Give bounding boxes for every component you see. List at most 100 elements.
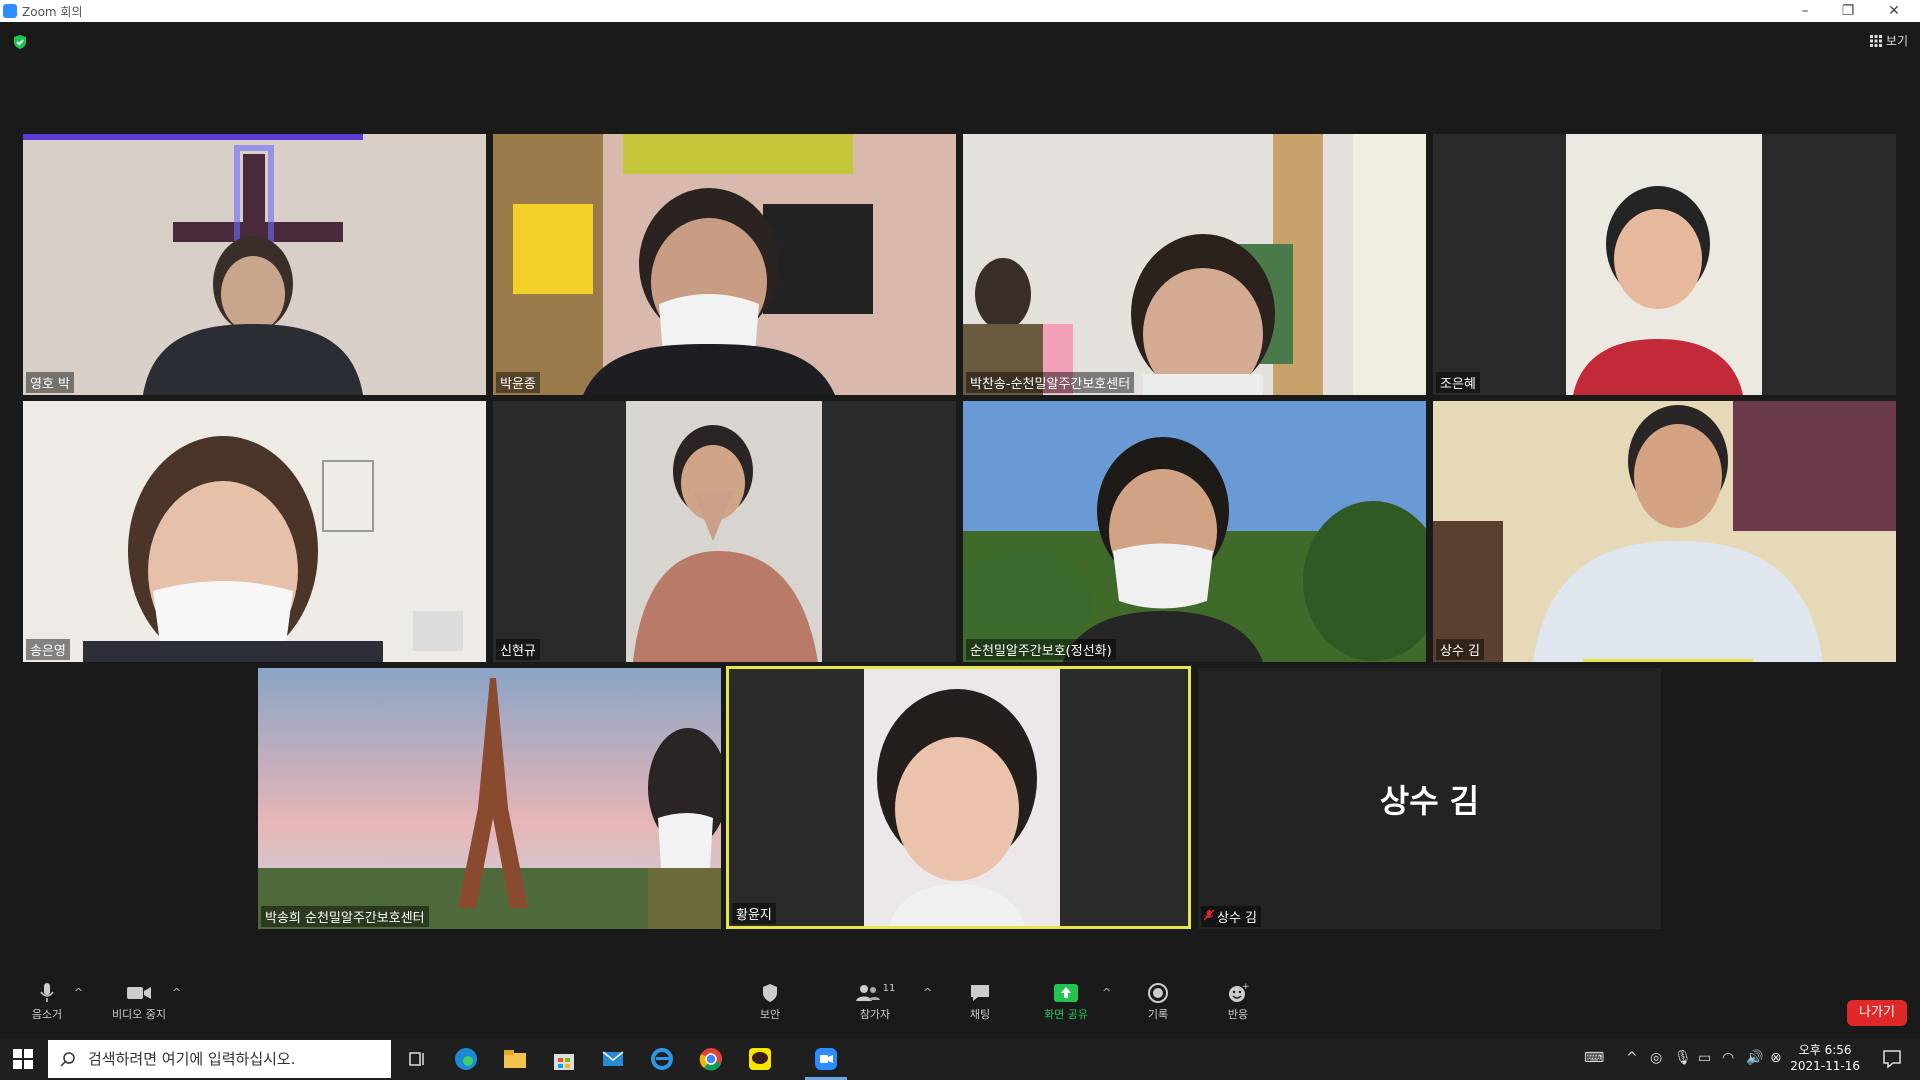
video-feed	[23, 134, 486, 395]
wifi-icon[interactable]: ◠	[1722, 1050, 1734, 1066]
window-title: Zoom 회의	[22, 5, 83, 19]
active-speaker-tile[interactable]: 황윤지	[726, 666, 1191, 929]
video-options-caret[interactable]: ^	[172, 986, 181, 999]
search-placeholder: 검색하려면 여기에 입력하십시오.	[88, 1050, 296, 1068]
taskbar-clock[interactable]: 오후 6:56 2021-11-16	[1790, 1042, 1860, 1074]
mail-icon[interactable]	[599, 1045, 627, 1073]
windows-start-icon[interactable]	[12, 1048, 34, 1070]
video-feed	[493, 401, 956, 662]
window-title-bar: Zoom 회의 – ❐ ✕	[0, 0, 1920, 22]
participant-name: 신현규	[496, 639, 540, 660]
taskbar-search-box[interactable]: 검색하려면 여기에 입력하십시오.	[48, 1040, 391, 1078]
participant-name: 박윤종	[496, 372, 540, 393]
kakaotalk-icon[interactable]	[746, 1045, 774, 1073]
zoom-app-icon	[3, 4, 17, 18]
windows-taskbar: 검색하려면 여기에 입력하십시오. ⌨ ^ ◎ 🎙 ▭ ◠ 🔊 ⊗ 오후 6:5…	[0, 1038, 1920, 1080]
zoom-taskbar-icon[interactable]	[812, 1045, 840, 1073]
notification-center-icon[interactable]	[1880, 1047, 1904, 1071]
participants-options-caret[interactable]: ^	[923, 986, 932, 999]
svg-text:+: +	[1242, 982, 1249, 992]
video-feed	[23, 401, 486, 662]
video-tile[interactable]: 순천밀알주간보호(정선화)	[963, 401, 1426, 662]
participant-name: 상수 김	[1201, 906, 1262, 927]
participant-display-name: 상수 김	[1379, 782, 1480, 820]
task-view-icon[interactable]	[404, 1045, 432, 1073]
meeting-toolbar: 음소거 ^ 비디오 중지 ^ 보안 11 참가자 ^ 채팅 화면 공유 ^ 기록…	[0, 974, 1920, 1038]
minimize-button[interactable]: –	[1785, 1, 1825, 21]
participant-name: 영호 박	[26, 372, 75, 393]
microphone-icon	[40, 983, 54, 1002]
participant-name: 상수 김	[1436, 639, 1485, 660]
video-tile[interactable]: 신현규	[493, 401, 956, 662]
participants-label: 참가자	[859, 1008, 891, 1021]
chrome-browser-icon[interactable]	[697, 1045, 725, 1073]
mute-button[interactable]: 음소거	[22, 980, 72, 1022]
record-icon	[1148, 983, 1168, 1003]
internet-explorer-icon[interactable]	[648, 1045, 676, 1073]
keyboard-icon[interactable]: ⌨	[1584, 1050, 1604, 1066]
participant-name: 송은영	[26, 639, 70, 660]
participant-name: 박송희 순천밀알주간보호센터	[261, 906, 429, 927]
meet-now-icon[interactable]: ◎	[1650, 1050, 1662, 1066]
record-label: 기록	[1147, 1008, 1169, 1021]
close-button[interactable]: ✕	[1874, 1, 1914, 21]
participant-name: 순천밀알주간보호(정선화)	[966, 639, 1116, 660]
emoji-reaction-icon: +	[1229, 982, 1249, 1002]
video-tile[interactable]: 박윤종	[493, 134, 956, 395]
reactions-button[interactable]: + 반응	[1218, 980, 1258, 1022]
reactions-label: 반응	[1227, 1008, 1249, 1021]
network-status-icon[interactable]: ⊗	[1770, 1050, 1782, 1066]
participant-name: 황윤지	[732, 903, 776, 924]
video-tile[interactable]: 상수 김	[1433, 401, 1896, 662]
video-camera-icon	[127, 987, 151, 999]
file-explorer-icon[interactable]	[501, 1045, 529, 1073]
security-label: 보안	[759, 1008, 781, 1021]
video-tile[interactable]: 조은혜	[1433, 134, 1896, 395]
clock-date: 2021-11-16	[1790, 1059, 1860, 1073]
chat-button[interactable]: 채팅	[960, 980, 1000, 1022]
share-screen-label: 화면 공유	[1044, 1008, 1088, 1021]
volume-icon[interactable]: 🔊	[1746, 1050, 1763, 1066]
battery-icon[interactable]: ▭	[1698, 1050, 1711, 1066]
search-icon	[60, 1052, 75, 1067]
view-button-label: 보기	[1885, 34, 1908, 48]
video-tile[interactable]: 송은영	[23, 401, 486, 662]
microsoft-store-icon[interactable]	[550, 1045, 578, 1073]
video-feed	[963, 134, 1426, 395]
video-feed	[1433, 401, 1896, 662]
record-button[interactable]: 기록	[1138, 980, 1178, 1022]
edge-browser-icon[interactable]	[452, 1045, 480, 1073]
security-shield-icon	[763, 984, 777, 1002]
security-shield-icon[interactable]	[12, 34, 28, 50]
video-feed	[1433, 134, 1896, 395]
video-feed	[258, 668, 721, 929]
video-tile[interactable]: 영호 박	[23, 134, 486, 395]
video-tile-no-video[interactable]: 상수 김 상수 김	[1198, 668, 1661, 929]
share-screen-icon	[1054, 984, 1078, 1002]
participants-icon	[855, 985, 880, 1001]
share-options-caret[interactable]: ^	[1102, 986, 1111, 999]
maximize-button[interactable]: ❐	[1828, 1, 1868, 21]
view-button[interactable]: 보기	[1869, 32, 1908, 49]
muted-mic-icon	[1203, 909, 1215, 921]
show-hidden-icons-chevron[interactable]: ^	[1626, 1050, 1638, 1066]
audio-options-caret[interactable]: ^	[74, 986, 83, 999]
stop-video-button[interactable]: 비디오 중지	[104, 980, 174, 1022]
grid-icon	[1869, 34, 1882, 47]
leave-meeting-button[interactable]: 나가기	[1847, 1000, 1907, 1026]
mute-label: 음소거	[31, 1008, 63, 1021]
video-feed	[729, 669, 1188, 926]
participants-button[interactable]: 11 참가자	[850, 980, 900, 1022]
chat-label: 채팅	[969, 1008, 991, 1021]
video-tile[interactable]: 박찬송-순천밀알주간보호센터	[963, 134, 1426, 395]
microphone-tray-icon[interactable]: 🎙	[1674, 1050, 1692, 1066]
participant-name: 조은혜	[1436, 372, 1480, 393]
participant-name: 박찬송-순천밀알주간보호센터	[966, 372, 1135, 393]
clock-time: 오후 6:56	[1798, 1043, 1852, 1057]
chat-icon	[971, 985, 989, 1001]
participant-count: 11	[882, 982, 896, 994]
share-screen-button[interactable]: 화면 공유	[1036, 980, 1096, 1022]
security-button[interactable]: 보안	[750, 980, 790, 1022]
video-tile[interactable]: 박송희 순천밀알주간보호센터	[258, 668, 721, 929]
video-feed	[963, 401, 1426, 662]
